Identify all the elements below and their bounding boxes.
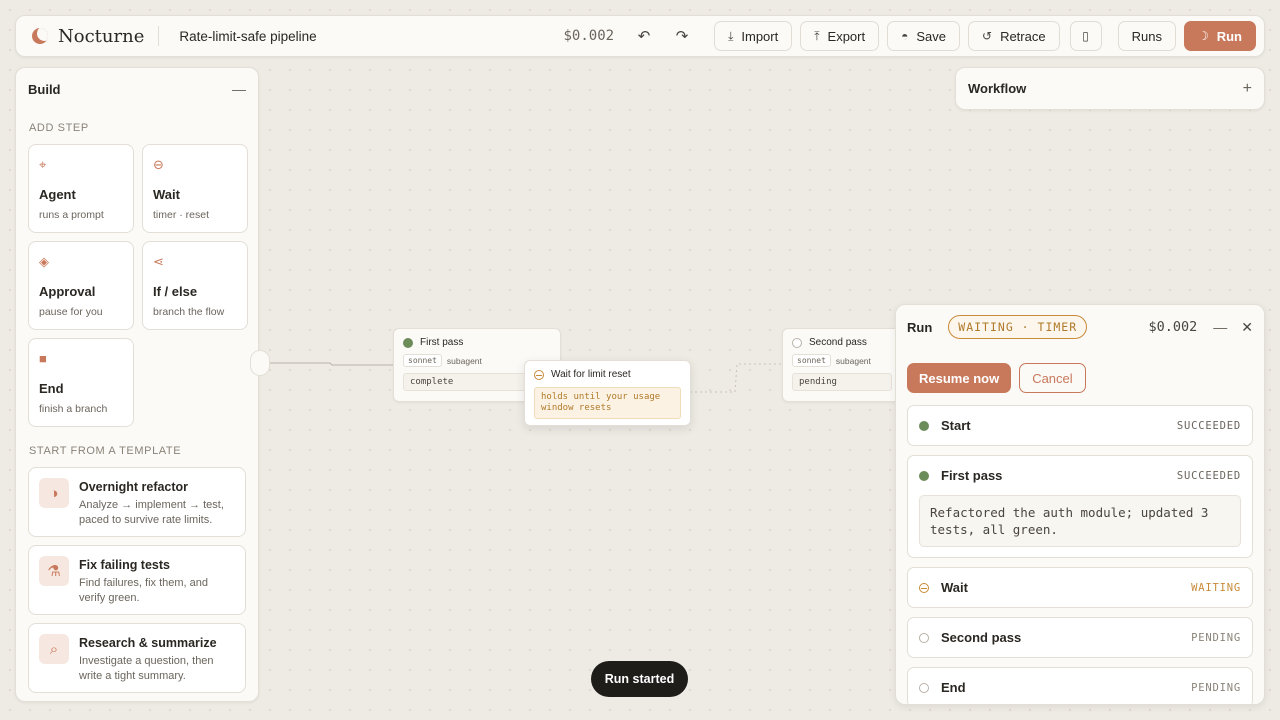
run-step-first-pass[interactable]: First pass SUCCEEDED Refactored the auth… [907,455,1253,558]
step-status: SUCCEEDED [1176,469,1241,482]
success-dot [919,420,929,431]
pending-dot [919,682,929,693]
step-status: PENDING [1191,631,1241,644]
resume-now-button[interactable]: Resume now [907,363,1012,393]
wait-message: holds until your usage window resets [534,387,681,419]
run-step-end[interactable]: End PENDING [907,667,1253,704]
run-cost: $0.002 [1148,319,1198,335]
success-dot [919,470,929,481]
step-output: Refactored the auth module; updated 3 te… [919,495,1241,547]
wait-icon [919,582,929,593]
pending-dot [919,632,929,643]
node-second-pass[interactable]: Second pass sonnet subagent pending [782,328,902,402]
success-dot [403,337,413,348]
run-status-badge: WAITING · TIMER [948,315,1088,339]
run-step-list: Start SUCCEEDED First pass SUCCEEDED Ref… [896,393,1264,704]
cancel-button[interactable]: Cancel [1019,363,1086,393]
step-status: WAITING [1191,581,1241,594]
toast-notification: Run started [591,661,688,697]
start-node[interactable] [250,350,270,376]
node-wait-for-limit-reset[interactable]: Wait for limit reset holds until your us… [524,360,691,426]
node-status: pending [792,373,892,391]
step-status: PENDING [1191,681,1241,694]
close-icon: ✕ [1241,318,1253,335]
wait-icon [534,369,544,380]
pending-dot [792,337,802,348]
run-step-start[interactable]: Start SUCCEEDED [907,405,1253,446]
step-status: SUCCEEDED [1176,419,1241,432]
run-panel: Run WAITING · TIMER $0.002 — ✕ Resume no… [895,304,1265,705]
run-step-second-pass[interactable]: Second pass PENDING [907,617,1253,658]
run-step-wait[interactable]: Wait WAITING [907,567,1253,608]
minimize-run-button[interactable]: — [1213,319,1227,335]
run-title: Run [907,319,933,335]
close-run-button[interactable]: ✕ [1241,319,1253,336]
